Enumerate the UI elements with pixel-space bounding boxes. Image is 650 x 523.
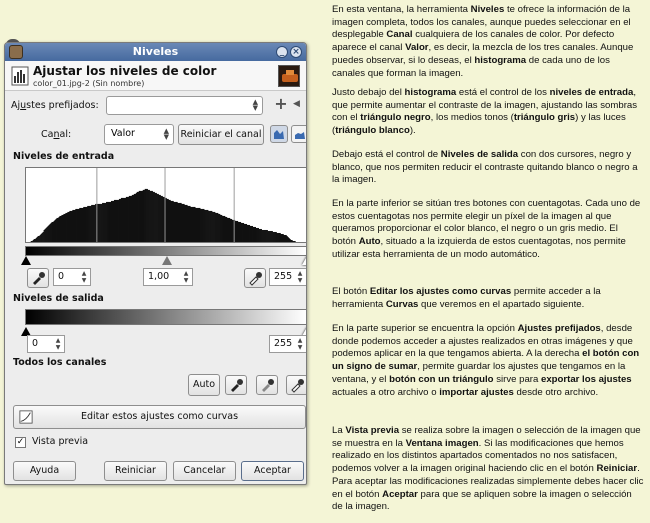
spin-arrows-icon: ▲ ▼ [81, 270, 87, 284]
help-button[interactable]: Ayuda [13, 461, 76, 481]
channel-combo[interactable]: Valor ▲ ▼ [104, 124, 174, 145]
input-gamma-value: 1,00 [148, 271, 170, 282]
presets-combo[interactable]: ▲ ▼ [106, 96, 263, 115]
levels-tool-icon [11, 66, 29, 86]
article-paragraph: La Vista previa se realiza sobre la imag… [332, 425, 644, 513]
article-paragraph: En la parte inferior se sitúan tres boto… [332, 198, 641, 260]
spin-arrows-icon: ▲ ▼ [297, 270, 303, 284]
histogram-bar [294, 240, 296, 242]
histogram-bars [30, 188, 296, 242]
input-levels-label: Niveles de entrada [13, 151, 115, 162]
pick-black-input-button[interactable] [27, 268, 49, 288]
output-black-value: 0 [32, 338, 39, 349]
all-channels-label: Todos los canales [13, 357, 107, 368]
image-thumbnail [278, 65, 300, 87]
output-gradient-bar [25, 309, 306, 325]
cancel-button[interactable]: Cancelar [173, 461, 236, 481]
pick-white-input-button[interactable] [244, 268, 266, 288]
title-bar: Niveles _ × [5, 43, 306, 61]
input-white-slider[interactable] [302, 256, 306, 265]
window-menu-icon[interactable] [9, 45, 23, 59]
input-black-value: 0 [58, 271, 65, 282]
log-histogram-toggle[interactable] [291, 125, 306, 143]
preview-checkbox[interactable]: ✓ [15, 437, 26, 448]
input-white-value: 255 [274, 271, 293, 282]
preview-label: Vista previa [32, 436, 89, 447]
article-paragraph: Debajo está el control de Niveles de sal… [332, 149, 638, 186]
output-white-value: 255 [274, 338, 293, 349]
pick-black-point-button[interactable] [225, 375, 247, 395]
output-levels-label: Niveles de salida [13, 293, 104, 304]
minimize-icon[interactable]: _ [276, 46, 288, 58]
add-preset-icon[interactable]: + [274, 96, 288, 112]
output-white-spin[interactable]: 255 ▲ ▼ [269, 335, 306, 353]
pick-white-point-button[interactable] [286, 375, 306, 395]
input-white-spin[interactable]: 255 ▲ ▼ [269, 268, 306, 286]
page: Niveles _ × Ajustar los niveles de color… [0, 0, 650, 523]
input-gamma-spin[interactable]: 1,00 ▲ ▼ [143, 268, 193, 286]
window-title: Niveles [132, 45, 179, 58]
dialog-header: Ajustar los niveles de color color_01.jp… [5, 61, 306, 91]
eyedropper-white-icon [291, 379, 304, 393]
help-label: Ayuda [29, 465, 60, 476]
dialog-heading: Ajustar los niveles de color [33, 64, 217, 78]
eyedropper-black-icon [231, 379, 243, 392]
reset-channel-button[interactable]: Reiniciar el canal [178, 124, 264, 145]
auto-button[interactable]: Auto [188, 374, 220, 396]
eyedropper-black-icon [33, 272, 45, 285]
article-paragraph: En esta ventana, la herramienta Niveles … [332, 4, 634, 79]
output-black-spin[interactable]: 0 ▲ ▼ [27, 335, 65, 353]
pick-gray-point-button[interactable] [256, 375, 278, 395]
article-paragraph: En la parte superior se encuentra la opc… [332, 323, 640, 398]
input-black-spin[interactable]: 0 ▲ ▼ [53, 268, 91, 286]
cancel-label: Cancelar [183, 465, 226, 476]
input-gamma-slider[interactable] [162, 256, 172, 265]
article-paragraph: Justo debajo del histograma está el cont… [332, 87, 638, 137]
linear-histogram-toggle[interactable] [270, 125, 288, 143]
spin-arrows-icon: ▲ ▼ [55, 337, 61, 351]
accept-label: Aceptar [254, 465, 291, 476]
spin-arrows-icon: ▲ ▼ [183, 270, 189, 284]
reset-button[interactable]: Reiniciar [104, 461, 167, 481]
article-paragraph: El botón Editar los ajustes como curvas … [332, 286, 601, 310]
curves-icon [19, 410, 33, 424]
levels-dialog: Niveles _ × Ajustar los niveles de color… [4, 42, 307, 485]
input-gradient-bar [25, 246, 306, 256]
accept-button[interactable]: Aceptar [241, 461, 304, 481]
log-histogram-icon [295, 132, 305, 139]
check-icon: ✓ [16, 437, 25, 447]
eyedropper-gray-icon [262, 379, 274, 392]
eyedropper-white-icon [249, 272, 262, 286]
histogram [25, 167, 306, 243]
channel-value: Valor [111, 128, 135, 139]
reset-label: Reiniciar [115, 465, 156, 476]
preset-menu-icon[interactable]: ◀ [293, 98, 305, 110]
presets-label: Ajustes prefijados: [11, 100, 99, 111]
channel-label: Canal: [41, 129, 72, 140]
edit-as-curves-button[interactable]: Editar estos ajustes como curvas [13, 405, 306, 429]
image-name: color_01.jpg-2 (Sin nombre) [33, 79, 145, 88]
combo-arrows-icon: ▲ ▼ [163, 127, 169, 141]
combo-arrows-icon: ▲ ▼ [252, 98, 258, 112]
linear-histogram-icon [274, 130, 284, 139]
close-icon[interactable]: × [290, 46, 302, 58]
spin-arrows-icon: ▲ ▼ [297, 337, 303, 351]
edit-as-curves-label: Editar estos ajustes como curvas [80, 411, 239, 422]
input-black-slider[interactable] [21, 256, 31, 265]
